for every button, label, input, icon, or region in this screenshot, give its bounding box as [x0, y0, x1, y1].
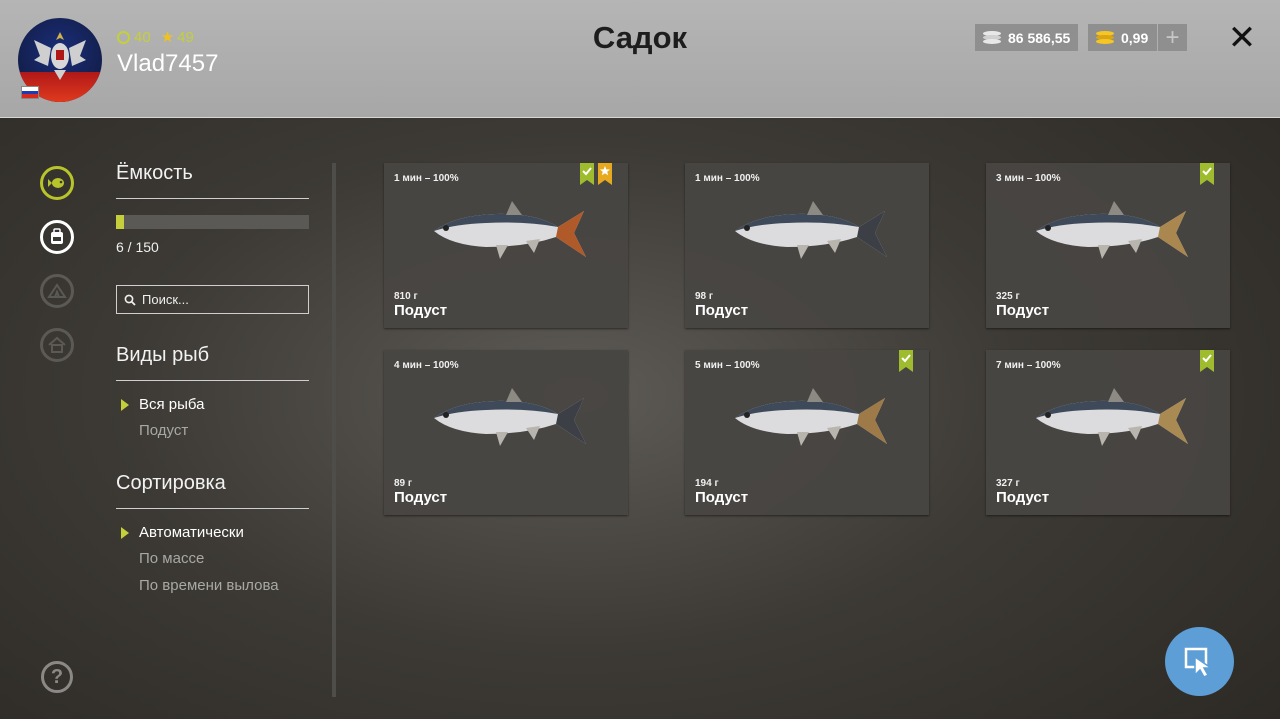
help-button[interactable]: ? [41, 661, 73, 693]
search-input[interactable]: Поиск... [116, 285, 309, 314]
catch-time: 5 мин – 100% [695, 360, 760, 371]
eagle-emblem-icon [34, 32, 86, 80]
catch-card[interactable]: 4 мин – 100% 89 г Подуст [384, 350, 628, 515]
catch-time: 7 мин – 100% [996, 360, 1061, 371]
check-badge-icon [1200, 163, 1214, 185]
catch-name: Подуст [394, 302, 448, 319]
fish-image [426, 197, 586, 272]
cursor-icon [1184, 647, 1214, 678]
tent-tab[interactable] [40, 274, 74, 308]
gold-amount: 0,99 [1121, 29, 1149, 46]
catch-name: Подуст [996, 302, 1050, 319]
search-placeholder: Поиск... [142, 292, 189, 307]
cursor-mode-button[interactable] [1165, 627, 1234, 696]
silver-amount: 86 586,55 [1008, 29, 1071, 46]
fish-image [1028, 197, 1188, 272]
house-icon [48, 336, 66, 353]
top-bar: 40 ★ 49 Vlad7457 Садок 86 586,55 0,99 + … [0, 0, 1280, 118]
level-ring-icon [117, 30, 130, 44]
panel-divider [332, 163, 336, 697]
gold-balance[interactable]: 0,99 [1088, 24, 1157, 51]
catch-card[interactable]: 1 мин – 100% 810 г Подуст [384, 163, 628, 328]
level-value: 40 [134, 28, 151, 46]
capacity-text: 6 / 150 [116, 239, 159, 255]
add-gold-button[interactable]: + [1158, 24, 1187, 51]
player-stats: 40 ★ 49 [117, 28, 194, 46]
catch-card[interactable]: 1 мин – 100% 98 г Подуст [685, 163, 929, 328]
catch-weight: 810 г [394, 291, 418, 302]
fish-image [426, 384, 586, 459]
fish-image [727, 197, 887, 272]
star-badge-icon [598, 163, 612, 185]
check-badge-icon [580, 163, 594, 185]
page-title: Садок [592, 20, 688, 55]
search-icon [124, 294, 136, 306]
tent-icon [47, 283, 67, 298]
catch-weight: 194 г [695, 478, 719, 489]
silver-coins-icon [983, 30, 1001, 45]
species-title: Виды рыб [116, 344, 210, 366]
catch-weight: 325 г [996, 291, 1020, 302]
catch-card[interactable]: 5 мин – 100% 194 г Подуст [685, 350, 929, 515]
country-flag-icon [21, 86, 39, 99]
username[interactable]: Vlad7457 [117, 50, 218, 78]
catch-weight: 98 г [695, 291, 714, 302]
gold-coins-icon [1096, 30, 1114, 45]
species-item-podust[interactable]: Подуст [139, 422, 188, 439]
fish-icon [48, 178, 64, 188]
capacity-fill [116, 215, 124, 229]
sort-item-auto[interactable]: Автоматически [139, 524, 244, 541]
catch-weight: 89 г [394, 478, 413, 489]
species-item-all[interactable]: Вся рыба [139, 396, 205, 413]
capacity-bar [116, 215, 309, 229]
catch-card[interactable]: 7 мин – 100% 327 г Подуст [986, 350, 1230, 515]
catch-name: Подуст [996, 489, 1050, 506]
catch-time: 1 мин – 100% [394, 173, 459, 184]
catch-time: 3 мин – 100% [996, 173, 1061, 184]
selected-arrow-icon [121, 527, 129, 539]
stars-value: 49 [177, 28, 194, 46]
check-badge-icon [899, 350, 913, 372]
fish-image [727, 384, 887, 459]
close-button[interactable]: ✕ [1226, 21, 1258, 55]
house-tab[interactable] [40, 328, 74, 362]
divider [116, 508, 309, 509]
star-icon: ★ [160, 29, 175, 46]
capacity-title: Ёмкость [116, 162, 193, 184]
catch-name: Подуст [394, 489, 448, 506]
catch-card[interactable]: 3 мин – 100% 325 г Подуст [986, 163, 1230, 328]
fish-image [1028, 384, 1188, 459]
selected-arrow-icon [121, 399, 129, 411]
divider [116, 380, 309, 381]
catch-time: 1 мин – 100% [695, 173, 760, 184]
bag-tab[interactable] [40, 220, 74, 254]
silver-balance[interactable]: 86 586,55 [975, 24, 1078, 51]
catch-name: Подуст [695, 302, 749, 319]
catch-time: 4 мин – 100% [394, 360, 459, 371]
backpack-icon [51, 228, 63, 244]
keepnet-tab[interactable] [40, 166, 74, 200]
catch-name: Подуст [695, 489, 749, 506]
divider [116, 198, 309, 199]
sort-title: Сортировка [116, 472, 226, 494]
sort-item-mass[interactable]: По массе [139, 550, 204, 567]
check-badge-icon [1200, 350, 1214, 372]
catch-weight: 327 г [996, 478, 1020, 489]
sort-item-time[interactable]: По времени вылова [139, 577, 279, 594]
